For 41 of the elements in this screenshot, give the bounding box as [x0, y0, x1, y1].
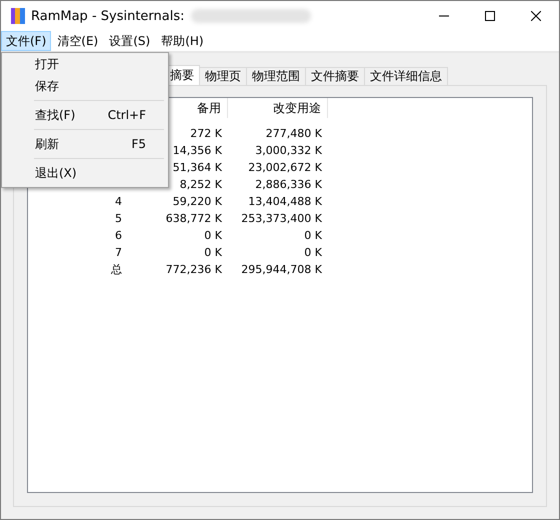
table-cell-text: 0 K [303, 246, 323, 259]
shortcut-label: F5 [131, 137, 146, 151]
table-cell-text: 0 K [303, 229, 323, 242]
table-cell-text: 14,356 K [172, 144, 223, 157]
table-cell-text: 总 [110, 262, 123, 277]
table-cell-text: 13,404,488 K [247, 195, 323, 208]
menu-bar-item[interactable]: 设置(S) [104, 31, 156, 51]
table-cell-text: 2,886,336 K [254, 178, 323, 191]
table-cell-text: 272 K [189, 127, 223, 140]
table-cell-text: 253,373,400 K [240, 212, 323, 225]
menu-item[interactable]: 刷新 F5 [4, 133, 166, 155]
column-header[interactable]: 改变用途 [228, 98, 328, 118]
table-cell-text: 277,480 K [264, 127, 323, 140]
tab[interactable]: 文件摘要 [305, 67, 365, 85]
table-cell-text: 51,364 K [172, 161, 223, 174]
table-cell-text: 8,252 K [178, 178, 223, 191]
table-cell-text: 0 K [203, 229, 223, 242]
table-cell-text: 0 K [203, 246, 223, 259]
tab[interactable]: 物理范围 [246, 67, 306, 85]
table-cell-text: 7 [114, 246, 123, 259]
tab[interactable]: 物理页 [199, 67, 247, 85]
menu-bar-item[interactable]: 帮助(H) [156, 31, 209, 51]
menu-item[interactable]: 保存 [4, 75, 166, 97]
window-title: RamMap - Sysinternals: [31, 8, 185, 24]
app-logo-icon [11, 8, 25, 24]
menu-bar-item[interactable]: 清空(E) [52, 31, 104, 51]
tab[interactable]: 文件详细信息 [364, 67, 448, 85]
menu-item[interactable]: 打开 [4, 53, 166, 75]
menu-item[interactable]: 退出(X) [4, 162, 166, 184]
table-cell-text: 3,000,332 K [254, 144, 323, 157]
table-cell-text: 772,236 K [164, 263, 223, 276]
table-cell-text: 638,772 K [164, 212, 223, 225]
menu-bar-item[interactable]: 文件(F) [1, 31, 52, 51]
table-cell-text: 295,944,708 K [240, 263, 323, 276]
maximize-icon [485, 11, 495, 21]
table-cell-text: 23,002,672 K [247, 161, 323, 174]
table-cell-text: 6 [114, 229, 123, 242]
table-cell-text: 59,220 K [172, 195, 223, 208]
table-cell-text: 4 [114, 195, 123, 208]
close-icon [531, 11, 541, 21]
table-cell-text: 5 [114, 212, 123, 225]
